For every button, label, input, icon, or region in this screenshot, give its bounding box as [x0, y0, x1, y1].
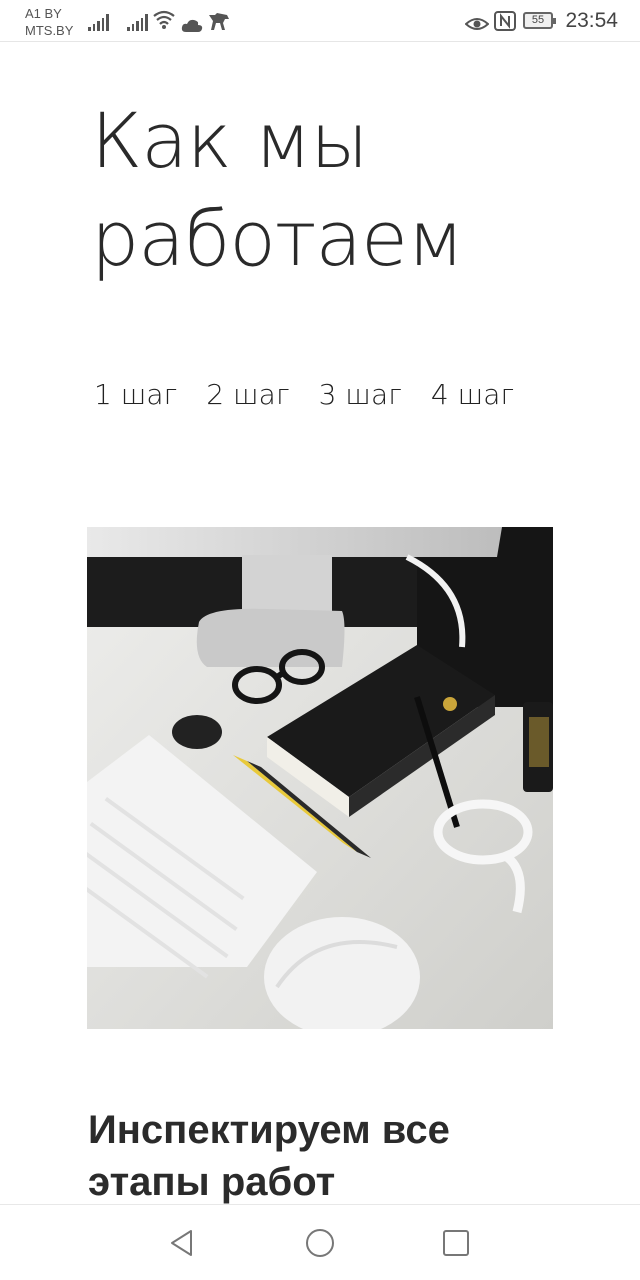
nfc-icon [494, 11, 516, 31]
tab-step-4[interactable]: 4 шаг [431, 378, 514, 411]
carrier-line-2: MTS.BY [25, 23, 74, 38]
tab-step-2[interactable]: 2 шаг [206, 378, 289, 411]
carrier-label: A1 BY MTS.BY [25, 5, 73, 39]
tab-step-3[interactable]: 3 шаг [319, 378, 402, 411]
signal-icon [88, 11, 109, 31]
section-heading: Инспектируем все этапы работ [88, 1108, 450, 1204]
dog-icon [207, 11, 231, 31]
cloud-icon [181, 13, 203, 33]
page-title: Как мы работаем [91, 96, 464, 283]
home-button[interactable] [304, 1227, 336, 1259]
steps-tabs: 1 шаг 2 шаг 3 шаг 4 шаг [94, 378, 514, 411]
home-icon [306, 1229, 334, 1257]
workspace-photo [87, 527, 553, 1029]
battery-icon: 55 [523, 12, 556, 29]
status-bar: A1 BY MTS.BY 55 23:54 [0, 0, 640, 42]
system-nav-bar [0, 1204, 640, 1280]
back-icon [171, 1230, 192, 1256]
signal-icon [127, 11, 148, 31]
back-button[interactable] [166, 1227, 198, 1259]
recents-button[interactable] [440, 1227, 472, 1259]
carrier-line-1: A1 BY [25, 6, 62, 21]
clock: 23:54 [565, 9, 618, 32]
tab-step-1[interactable]: 1 шаг [94, 378, 177, 411]
eye-icon [465, 12, 489, 32]
wifi-icon [152, 10, 176, 30]
recents-icon [443, 1230, 469, 1256]
